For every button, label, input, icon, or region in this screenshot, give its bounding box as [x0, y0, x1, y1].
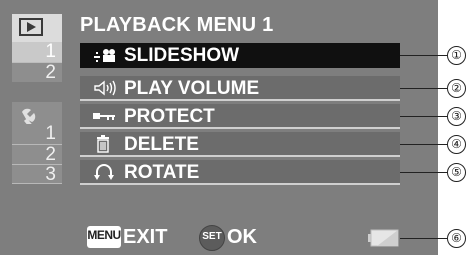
callout-4: ④ [447, 135, 466, 154]
set-button-badge[interactable]: SET [199, 225, 225, 251]
menu-item-label: ROTATE [124, 162, 200, 183]
playback-tab-2[interactable]: 2 [12, 62, 62, 83]
menu-item-label: SLIDESHOW [124, 45, 240, 66]
callout-3: ③ [447, 107, 466, 126]
callout-line-3 [400, 116, 447, 117]
menu-item-protect[interactable]: PROTECT [80, 104, 400, 129]
callout-line-1 [400, 55, 447, 56]
menu-item-label: DELETE [124, 134, 199, 155]
playback-tab-1[interactable]: 1 [12, 42, 62, 62]
playback-icon [19, 18, 43, 36]
menu-item-play-volume[interactable]: PLAY VOLUME [80, 76, 400, 101]
menu-title: PLAYBACK MENU 1 [80, 14, 274, 36]
menu-item-label: PROTECT [124, 106, 215, 127]
setup-tab-3[interactable]: 3 [12, 164, 62, 185]
set-key-label: SET [202, 231, 222, 242]
rotate-icon [90, 162, 118, 182]
slideshow-icon [90, 45, 118, 65]
speaker-icon [90, 78, 118, 98]
exit-label: EXIT [123, 226, 168, 248]
callout-line-4 [400, 144, 447, 145]
ok-label: OK [227, 226, 257, 248]
callout-1: ① [447, 46, 466, 65]
menu-key-label: MENU [87, 228, 121, 242]
trash-icon [90, 134, 118, 154]
setup-tab-2[interactable]: 2 [12, 144, 62, 165]
menu-button-badge[interactable]: MENU [87, 226, 121, 248]
camera-screen: 1 2 1 2 3 PLAYBACK MENU 1 SLIDESHOW PLAY… [0, 0, 438, 255]
menu-item-rotate[interactable]: ROTATE [80, 160, 400, 185]
callout-line-2 [400, 88, 447, 89]
playback-tab[interactable] [12, 14, 62, 43]
menu-item-slideshow[interactable]: SLIDESHOW [80, 43, 400, 68]
battery-icon [368, 229, 400, 247]
callout-6: ⑥ [447, 229, 466, 248]
callout-line-6 [400, 238, 447, 239]
callout-5: ⑤ [447, 163, 466, 182]
callout-line-5 [400, 172, 447, 173]
menu-item-delete[interactable]: DELETE [80, 132, 400, 157]
key-icon [90, 106, 118, 126]
callout-2: ② [447, 79, 466, 98]
menu-item-label: PLAY VOLUME [124, 78, 260, 99]
setup-tab-1[interactable]: 1 [12, 124, 62, 144]
